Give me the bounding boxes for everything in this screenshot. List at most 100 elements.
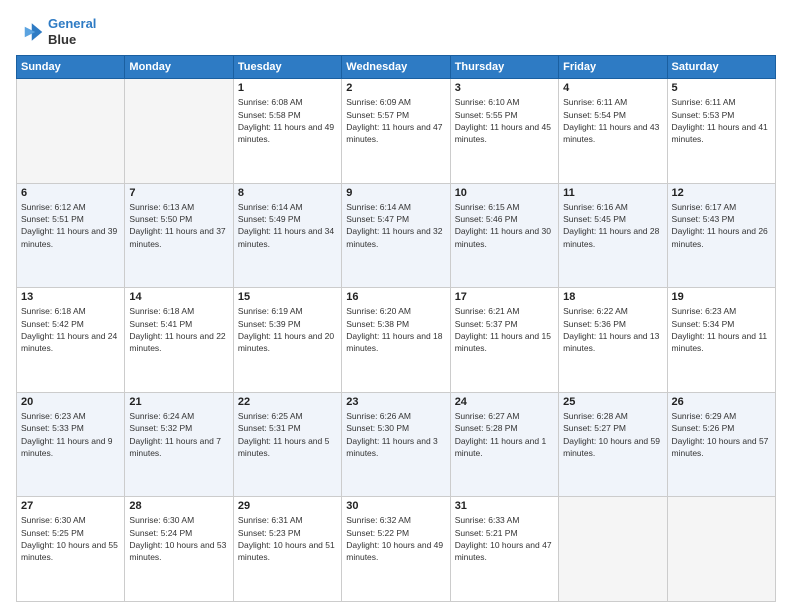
day-detail: Sunrise: 6:15 AMSunset: 5:46 PMDaylight:… (455, 201, 554, 250)
day-detail: Sunrise: 6:30 AMSunset: 5:25 PMDaylight:… (21, 514, 120, 563)
weekday-sunday: Sunday (17, 56, 125, 79)
logo-line1: General (48, 16, 96, 32)
calendar-cell: 7Sunrise: 6:13 AMSunset: 5:50 PMDaylight… (125, 183, 233, 288)
day-number: 26 (672, 396, 771, 408)
day-detail: Sunrise: 6:09 AMSunset: 5:57 PMDaylight:… (346, 96, 445, 145)
day-detail: Sunrise: 6:33 AMSunset: 5:21 PMDaylight:… (455, 514, 554, 563)
week-row-5: 27 Sunrise: 6:30 AMSunset: 5:25 PMDayligh… (17, 497, 776, 602)
day-detail: Sunrise: 6:31 AMSunset: 5:23 PMDaylight:… (238, 514, 337, 563)
day-number: 16 (346, 291, 445, 303)
day-detail: Sunrise: 6:23 AMSunset: 5:34 PMDaylight:… (672, 305, 771, 354)
weekday-friday: Friday (559, 56, 667, 79)
day-detail: Sunrise: 6:20 AMSunset: 5:38 PMDaylight:… (346, 305, 445, 354)
page: General Blue SundayMondayTuesdayWednesda… (0, 0, 792, 612)
calendar-cell: 3Sunrise: 6:10 AMSunset: 5:55 PMDaylight… (450, 79, 558, 184)
day-number: 5 (672, 82, 771, 94)
day-number: 17 (455, 291, 554, 303)
calendar-cell (17, 79, 125, 184)
day-number: 10 (455, 187, 554, 199)
day-number: 7 (129, 187, 228, 199)
weekday-tuesday: Tuesday (233, 56, 341, 79)
day-detail: Sunrise: 6:22 AMSunset: 5:36 PMDaylight:… (563, 305, 662, 354)
day-number: 25 (563, 396, 662, 408)
day-detail: Sunrise: 6:28 AMSunset: 5:27 PMDaylight:… (563, 410, 662, 459)
day-detail: Sunrise: 6:08 AMSunset: 5:58 PMDaylight:… (238, 96, 337, 145)
day-detail: Sunrise: 6:32 AMSunset: 5:22 PMDaylight:… (346, 514, 445, 563)
calendar-cell: 1 Sunrise: 6:08 AMSunset: 5:58 PMDaylight… (233, 79, 341, 184)
week-row-3: 13Sunrise: 6:18 AMSunset: 5:42 PMDayligh… (17, 288, 776, 393)
calendar-cell (667, 497, 775, 602)
weekday-header-row: SundayMondayTuesdayWednesdayThursdayFrid… (17, 56, 776, 79)
day-number: 27 (21, 500, 120, 512)
calendar-cell: 21Sunrise: 6:24 AMSunset: 5:32 PMDayligh… (125, 392, 233, 497)
day-number: 30 (346, 500, 445, 512)
weekday-wednesday: Wednesday (342, 56, 450, 79)
day-number: 31 (455, 500, 554, 512)
calendar-cell: 31 Sunrise: 6:33 AMSunset: 5:21 PMDayligh… (450, 497, 558, 602)
day-number: 23 (346, 396, 445, 408)
day-number: 6 (21, 187, 120, 199)
logo-text: General Blue (48, 16, 96, 47)
weekday-thursday: Thursday (450, 56, 558, 79)
day-detail: Sunrise: 6:17 AMSunset: 5:43 PMDaylight:… (672, 201, 771, 250)
calendar-cell: 16 Sunrise: 6:20 AMSunset: 5:38 PMDayligh… (342, 288, 450, 393)
day-number: 21 (129, 396, 228, 408)
calendar-cell: 12 Sunrise: 6:17 AMSunset: 5:43 PMDayligh… (667, 183, 775, 288)
calendar-cell: 27 Sunrise: 6:30 AMSunset: 5:25 PMDayligh… (17, 497, 125, 602)
calendar-cell: 6 Sunrise: 6:12 AMSunset: 5:51 PMDaylight… (17, 183, 125, 288)
day-number: 11 (563, 187, 662, 199)
calendar-cell: 29 Sunrise: 6:31 AMSunset: 5:23 PMDayligh… (233, 497, 341, 602)
week-row-4: 20 Sunrise: 6:23 AMSunset: 5:33 PMDayligh… (17, 392, 776, 497)
day-detail: Sunrise: 6:26 AMSunset: 5:30 PMDaylight:… (346, 410, 445, 459)
day-detail: Sunrise: 6:19 AMSunset: 5:39 PMDaylight:… (238, 305, 337, 354)
calendar-cell: 22 Sunrise: 6:25 AMSunset: 5:31 PMDayligh… (233, 392, 341, 497)
calendar-cell: 4Sunrise: 6:11 AMSunset: 5:54 PMDaylight… (559, 79, 667, 184)
day-detail: Sunrise: 6:14 AMSunset: 5:49 PMDaylight:… (238, 201, 337, 250)
calendar-cell: 8Sunrise: 6:14 AMSunset: 5:49 PMDaylight… (233, 183, 341, 288)
calendar-cell: 26 Sunrise: 6:29 AMSunset: 5:26 PMDayligh… (667, 392, 775, 497)
logo: General Blue (16, 16, 96, 47)
calendar-cell: 28 Sunrise: 6:30 AMSunset: 5:24 PMDayligh… (125, 497, 233, 602)
logo-icon (16, 18, 44, 46)
week-row-1: 1 Sunrise: 6:08 AMSunset: 5:58 PMDaylight… (17, 79, 776, 184)
day-number: 24 (455, 396, 554, 408)
calendar-cell: 9 Sunrise: 6:14 AMSunset: 5:47 PMDaylight… (342, 183, 450, 288)
calendar-cell: 19Sunrise: 6:23 AMSunset: 5:34 PMDayligh… (667, 288, 775, 393)
day-detail: Sunrise: 6:25 AMSunset: 5:31 PMDaylight:… (238, 410, 337, 459)
calendar: SundayMondayTuesdayWednesdayThursdayFrid… (16, 55, 776, 602)
day-detail: Sunrise: 6:16 AMSunset: 5:45 PMDaylight:… (563, 201, 662, 250)
header: General Blue (16, 16, 776, 47)
calendar-cell: 10 Sunrise: 6:15 AMSunset: 5:46 PMDayligh… (450, 183, 558, 288)
day-number: 20 (21, 396, 120, 408)
day-detail: Sunrise: 6:18 AMSunset: 5:41 PMDaylight:… (129, 305, 228, 354)
day-number: 12 (672, 187, 771, 199)
day-detail: Sunrise: 6:27 AMSunset: 5:28 PMDaylight:… (455, 410, 554, 459)
day-detail: Sunrise: 6:11 AMSunset: 5:53 PMDaylight:… (672, 96, 771, 145)
calendar-cell: 24 Sunrise: 6:27 AMSunset: 5:28 PMDayligh… (450, 392, 558, 497)
day-detail: Sunrise: 6:21 AMSunset: 5:37 PMDaylight:… (455, 305, 554, 354)
day-detail: Sunrise: 6:23 AMSunset: 5:33 PMDaylight:… (21, 410, 120, 459)
calendar-cell: 25 Sunrise: 6:28 AMSunset: 5:27 PMDayligh… (559, 392, 667, 497)
calendar-cell: 17 Sunrise: 6:21 AMSunset: 5:37 PMDayligh… (450, 288, 558, 393)
day-detail: Sunrise: 6:29 AMSunset: 5:26 PMDaylight:… (672, 410, 771, 459)
day-number: 28 (129, 500, 228, 512)
calendar-cell: 30 Sunrise: 6:32 AMSunset: 5:22 PMDayligh… (342, 497, 450, 602)
calendar-cell: 18 Sunrise: 6:22 AMSunset: 5:36 PMDayligh… (559, 288, 667, 393)
calendar-cell: 11 Sunrise: 6:16 AMSunset: 5:45 PMDayligh… (559, 183, 667, 288)
day-detail: Sunrise: 6:30 AMSunset: 5:24 PMDaylight:… (129, 514, 228, 563)
day-detail: Sunrise: 6:11 AMSunset: 5:54 PMDaylight:… (563, 96, 662, 145)
weekday-saturday: Saturday (667, 56, 775, 79)
calendar-cell (559, 497, 667, 602)
day-number: 1 (238, 82, 337, 94)
day-detail: Sunrise: 6:12 AMSunset: 5:51 PMDaylight:… (21, 201, 120, 250)
calendar-cell: 2 Sunrise: 6:09 AMSunset: 5:57 PMDaylight… (342, 79, 450, 184)
day-number: 18 (563, 291, 662, 303)
day-detail: Sunrise: 6:18 AMSunset: 5:42 PMDaylight:… (21, 305, 120, 354)
day-number: 29 (238, 500, 337, 512)
day-number: 9 (346, 187, 445, 199)
day-number: 2 (346, 82, 445, 94)
calendar-cell: 13Sunrise: 6:18 AMSunset: 5:42 PMDayligh… (17, 288, 125, 393)
day-detail: Sunrise: 6:14 AMSunset: 5:47 PMDaylight:… (346, 201, 445, 250)
weekday-monday: Monday (125, 56, 233, 79)
day-number: 22 (238, 396, 337, 408)
